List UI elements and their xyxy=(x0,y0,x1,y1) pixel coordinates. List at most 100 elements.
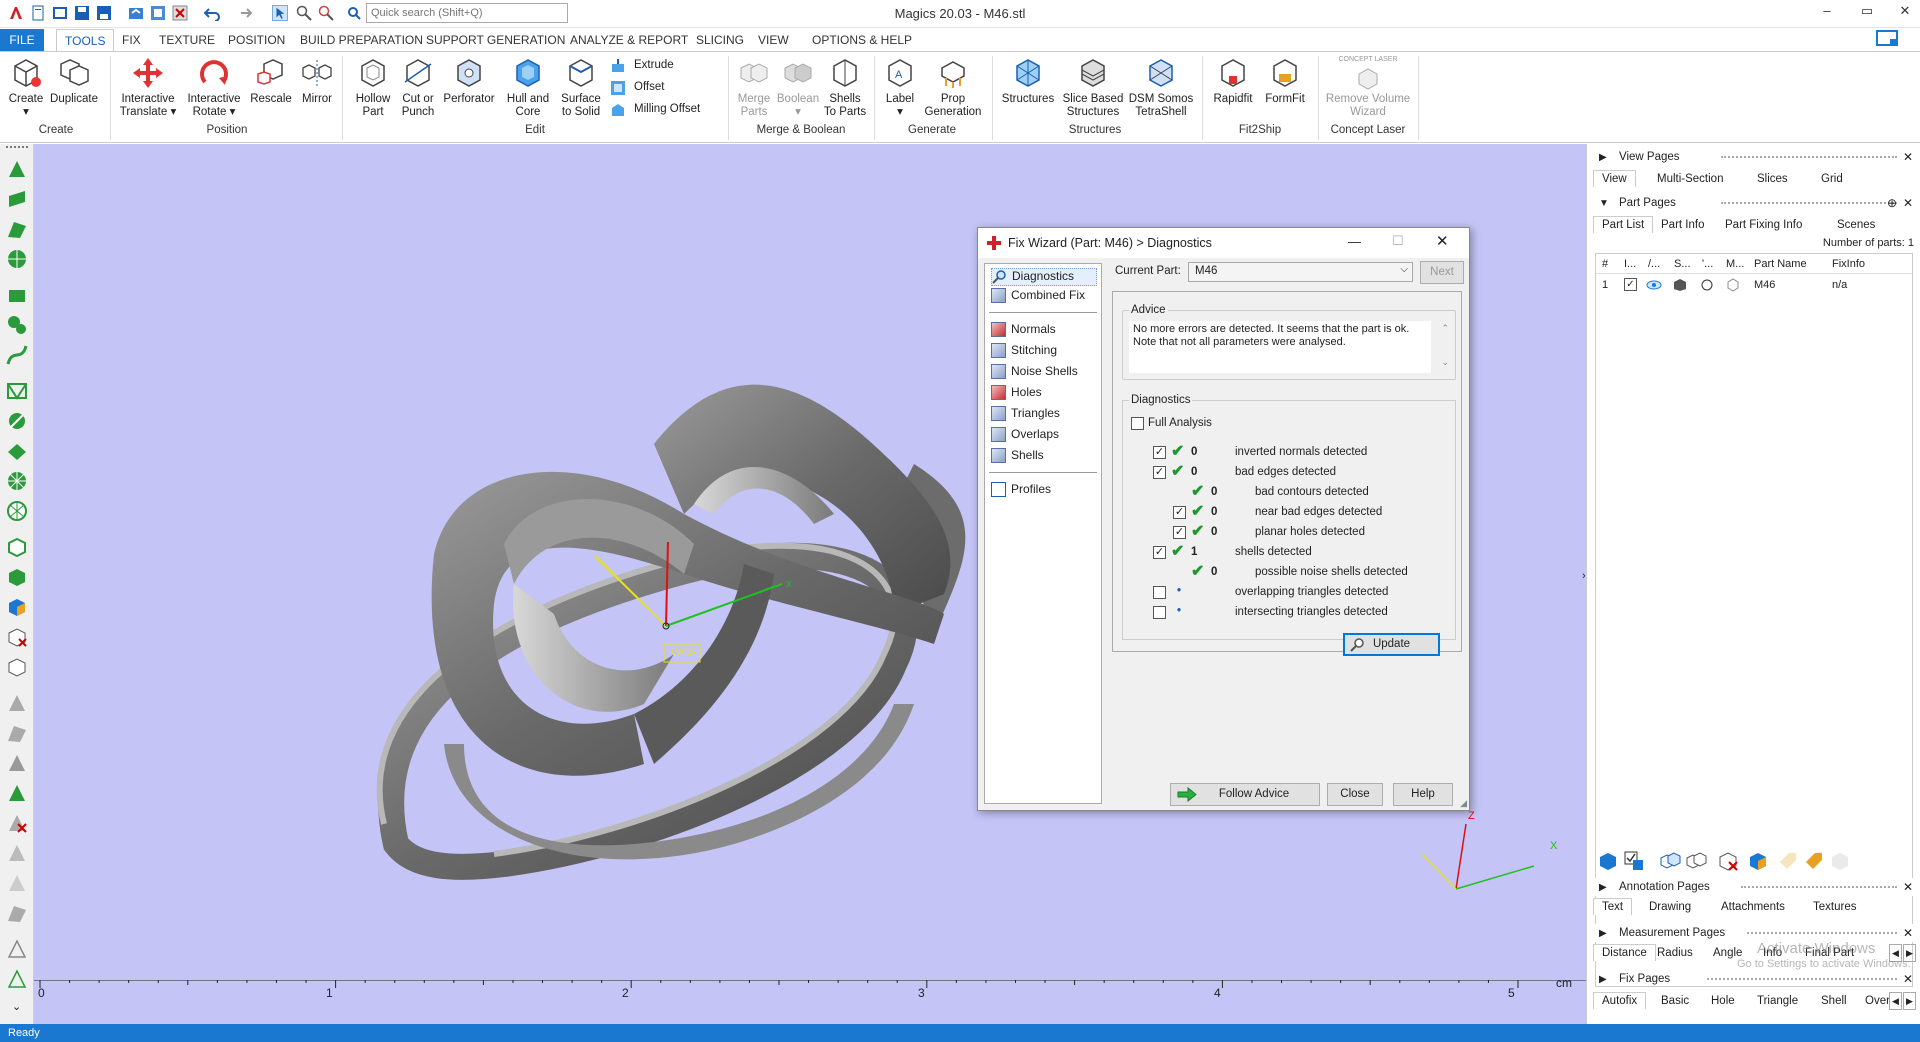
interactive-translate-button[interactable]: Interactive Translate ▾ xyxy=(116,56,180,119)
mirror-button[interactable]: Mirror xyxy=(296,56,338,106)
bad-edges-checkbox[interactable]: ✓ xyxy=(1153,466,1166,479)
tab-drawing[interactable]: Drawing xyxy=(1649,901,1691,913)
next-button[interactable]: Next xyxy=(1420,261,1464,284)
annotation-pages-header[interactable]: ▶ Annotation Pages ✕ xyxy=(1587,878,1920,896)
tab-slices[interactable]: Slices xyxy=(1757,173,1788,185)
rapidfit-button[interactable]: Rapidfit xyxy=(1208,56,1258,106)
shells-to-parts-button[interactable]: Shells To Parts xyxy=(822,56,868,119)
ring-model[interactable] xyxy=(376,384,966,880)
tab-text[interactable]: Text xyxy=(1593,898,1633,915)
toolbar-more-icon[interactable]: ⌄ xyxy=(12,1000,21,1013)
unmark-curve-icon[interactable] xyxy=(6,902,28,924)
mark-curve-icon[interactable] xyxy=(6,344,28,366)
col-fixinfo[interactable]: FixInfo xyxy=(1832,258,1865,270)
perforator-button[interactable]: Perforator xyxy=(440,56,498,106)
minimize-button[interactable]: – xyxy=(1812,3,1842,23)
tab-distance[interactable]: Distance xyxy=(1593,944,1656,961)
mark-window-icon[interactable] xyxy=(6,284,28,306)
expand-mark-icon[interactable] xyxy=(6,410,28,432)
tab-options-help[interactable]: OPTIONS & HELP xyxy=(812,33,912,47)
tab-tools[interactable]: TOOLS xyxy=(56,29,115,52)
part-toolbar-tag-icon[interactable] xyxy=(1777,850,1799,872)
tab-view[interactable]: VIEW xyxy=(758,33,789,47)
layout-icon[interactable] xyxy=(1876,29,1898,49)
tab-triangle[interactable]: Triangle xyxy=(1757,995,1798,1007)
tab-attachments[interactable]: Attachments xyxy=(1721,901,1785,913)
green-triangle-icon[interactable] xyxy=(6,782,28,804)
surface-to-solid-button[interactable]: Surface to Solid xyxy=(556,56,606,119)
dialog-maximize-button[interactable]: ☐ xyxy=(1392,233,1404,249)
nav-triangles[interactable]: Triangles xyxy=(991,406,1060,424)
nav-shells[interactable]: Shells xyxy=(991,448,1044,466)
view-pages-header[interactable]: ▶ View Pages ✕ xyxy=(1587,148,1920,166)
shells-checkbox[interactable]: ✓ xyxy=(1153,546,1166,559)
outline-ribbon-icon[interactable] xyxy=(6,968,28,990)
nav-noise-shells[interactable]: Noise Shells xyxy=(991,364,1078,382)
mark-zone-icon[interactable] xyxy=(6,380,28,402)
tab-hole[interactable]: Hole xyxy=(1711,995,1735,1007)
mark-surface-icon[interactable] xyxy=(6,218,28,240)
include-checkbox[interactable]: ✓ xyxy=(1624,278,1637,291)
rescale-button[interactable]: Rescale xyxy=(248,56,294,106)
interactive-rotate-button[interactable]: Interactive Rotate ▾ xyxy=(182,56,246,119)
close-icon[interactable]: ✕ xyxy=(1903,150,1913,164)
near-bad-edges-checkbox[interactable]: ✓ xyxy=(1173,506,1186,519)
intersecting-checkbox[interactable] xyxy=(1153,606,1166,619)
eye-icon[interactable] xyxy=(1646,279,1662,291)
unmark-plane-icon[interactable] xyxy=(6,722,28,744)
planar-holes-checkbox[interactable]: ✓ xyxy=(1173,526,1186,539)
close-icon[interactable]: ✕ xyxy=(1903,972,1913,986)
tab-build-preparation[interactable]: BUILD PREPARATION xyxy=(300,33,423,47)
mark-flat-icon[interactable] xyxy=(6,440,28,462)
tab-grid[interactable]: Grid xyxy=(1821,173,1843,185)
tab-radius[interactable]: Radius xyxy=(1657,947,1693,959)
duplicate-button[interactable]: Duplicate xyxy=(48,56,100,106)
part-pages-header[interactable]: ▼ Part Pages ⊕ ✕ xyxy=(1587,194,1920,212)
color-circle-icon[interactable] xyxy=(1700,278,1714,292)
unmark-surface-icon[interactable] xyxy=(6,752,28,774)
extrude-button[interactable]: Extrude xyxy=(610,58,720,76)
hollow-part-button[interactable]: Hollow Part xyxy=(350,56,396,119)
label-button[interactable]: A Label ▾ xyxy=(880,56,920,119)
maximize-button[interactable]: ▭ xyxy=(1852,3,1882,23)
create-button[interactable]: Create ▾ xyxy=(6,56,46,119)
part-toolbar-remove-icon[interactable] xyxy=(1717,850,1739,872)
part-toolbar-color-icon[interactable] xyxy=(1747,850,1769,872)
nav-overlaps[interactable]: Overlaps xyxy=(991,427,1059,445)
splitter-handle-icon[interactable]: › xyxy=(1582,570,1586,582)
cube-select-icon[interactable] xyxy=(6,536,28,558)
nav-combined-fix[interactable]: Combined Fix xyxy=(991,288,1085,306)
scroll-up-icon[interactable]: ⌃ xyxy=(1441,323,1449,334)
part-toolbar-check-icon[interactable] xyxy=(1623,850,1645,872)
close-icon[interactable]: ✕ xyxy=(1903,926,1913,940)
milling-offset-button[interactable]: Milling Offset xyxy=(610,102,720,120)
cube-mark-icon[interactable] xyxy=(6,566,28,588)
cube-color-icon[interactable] xyxy=(6,596,28,618)
shading-icon[interactable] xyxy=(1672,278,1690,292)
nav-diagnostics[interactable]: Diagnostics xyxy=(991,268,1097,286)
mark-all-icon[interactable] xyxy=(6,500,28,522)
col-shade[interactable]: S... xyxy=(1674,258,1691,270)
mark-fan-icon[interactable] xyxy=(6,470,28,492)
tab-overlap[interactable]: Over xyxy=(1865,995,1889,1007)
dialog-minimize-button[interactable]: — xyxy=(1348,234,1361,249)
part-toolbar-label-icon[interactable] xyxy=(1803,850,1825,872)
fix-pages-header[interactable]: ▶ Fix Pages ✕ xyxy=(1587,970,1920,988)
remove-volume-wizard-button[interactable]: CONCEPT LASER Remove Volume Wizard xyxy=(1322,56,1414,119)
tab-part-info[interactable]: Part Info xyxy=(1661,219,1704,231)
tab-analyze-report[interactable]: ANALYZE & REPORT xyxy=(570,33,688,47)
formfit-button[interactable]: FormFit xyxy=(1260,56,1310,106)
full-analysis-checkbox[interactable] xyxy=(1131,417,1144,430)
cube-outline-icon[interactable] xyxy=(6,656,28,678)
pin-icon[interactable]: ⊕ xyxy=(1887,196,1897,210)
offset-button[interactable]: Offset xyxy=(610,80,720,98)
close-icon[interactable]: ✕ xyxy=(1903,880,1913,894)
col-m[interactable]: M... xyxy=(1726,258,1744,270)
inverted-normals-checkbox[interactable]: ✓ xyxy=(1153,446,1166,459)
tabs-scroll-right-icon[interactable]: ▶ xyxy=(1903,992,1916,1010)
tab-scenes[interactable]: Scenes xyxy=(1837,219,1875,231)
merge-parts-button[interactable]: Merge Parts xyxy=(734,56,774,119)
tab-shell[interactable]: Shell xyxy=(1821,995,1847,1007)
outline-triangle-icon[interactable] xyxy=(6,938,28,960)
prop-generation-button[interactable]: Prop Generation xyxy=(922,56,984,119)
